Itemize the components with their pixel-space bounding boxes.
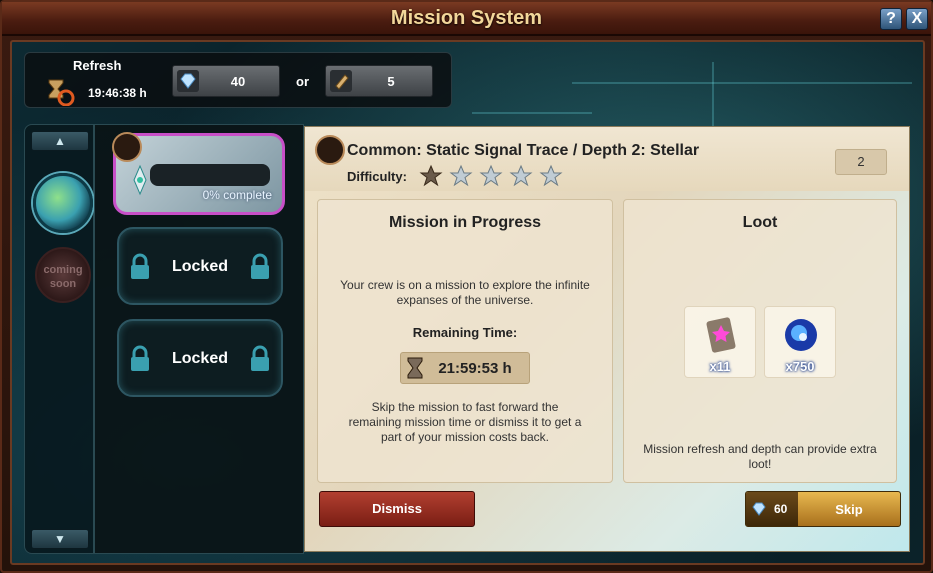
or-label: or	[296, 74, 309, 89]
mission-progress-text: 0% complete	[202, 188, 272, 202]
star-empty-icon	[479, 164, 503, 187]
remaining-time-value: 21:59:53 h	[438, 360, 512, 377]
nebula-icon	[785, 319, 817, 351]
close-button[interactable]: X	[906, 8, 928, 30]
skip-cost: 60	[746, 492, 798, 526]
loot-note: Mission refresh and depth can provide ex…	[643, 442, 877, 471]
lock-icon	[251, 253, 269, 279]
mission-emblem-icon	[315, 135, 345, 165]
skip-cost-value: 60	[774, 502, 788, 516]
stellar-category-icon[interactable]	[33, 173, 93, 233]
mission-level-badge: 2	[835, 149, 887, 175]
refresh-hourglass-icon	[48, 79, 75, 106]
gems-cost-value: 40	[230, 74, 246, 89]
coming-soon-badge: coming soon	[35, 247, 91, 303]
star-empty-icon	[539, 164, 563, 187]
active-mission-slot[interactable]: 0% complete	[112, 132, 285, 215]
gem-icon	[752, 502, 766, 516]
gem-icon	[177, 70, 199, 92]
star-empty-icon	[509, 164, 533, 187]
remaining-time-label: Remaining Time:	[412, 325, 518, 340]
skip-description: Skip the mission to fast forward the rem…	[348, 400, 582, 444]
crew-description: Your crew is on a mission to explore the…	[340, 278, 590, 307]
mission-system-window: Mission System ? X Refresh 19:46:38 h 40…	[0, 0, 933, 573]
mission-progress-panel: Mission in Progress Your crew is on a mi…	[317, 199, 613, 483]
mission-slots-panel: 0% complete Locked Locked	[94, 124, 304, 554]
help-button[interactable]: ?	[880, 8, 902, 30]
refresh-bar: Refresh 19:46:38 h 40 or 5	[24, 52, 452, 108]
loot-item-1[interactable]: x11	[684, 306, 756, 378]
difficulty-label: Difficulty:	[347, 169, 407, 184]
scroll-icon	[330, 70, 352, 92]
refresh-gems-button[interactable]: 40	[172, 65, 280, 97]
loot-panel: Loot x11 x750 Mission refresh and depth …	[623, 199, 897, 483]
star-card-icon	[706, 317, 736, 353]
skip-label: Skip	[835, 502, 863, 517]
star-empty-icon	[449, 164, 473, 187]
locked-slot-2[interactable]: Locked	[117, 319, 283, 397]
scroll-down-button[interactable]: ▼	[31, 529, 89, 549]
refresh-label: Refresh	[73, 58, 122, 73]
loot-qty: x11	[709, 359, 731, 374]
progress-panel-title: Mission in Progress	[388, 214, 542, 231]
hourglass-icon	[407, 357, 423, 379]
category-panel: ▲ coming soon ▼	[24, 124, 94, 554]
scroll-up-button[interactable]: ▲	[31, 131, 89, 151]
mission-emblem-icon	[112, 132, 142, 162]
remaining-time-box: 21:59:53 h	[400, 352, 530, 384]
mission-header: Common: Static Signal Trace / Depth 2: S…	[305, 127, 909, 191]
title-bar: Mission System ? X	[2, 2, 931, 36]
refresh-timer: 19:46:38 h	[88, 86, 147, 100]
loot-title: Loot	[742, 214, 778, 231]
dismiss-button[interactable]: Dismiss	[319, 491, 475, 527]
loot-qty: x750	[785, 359, 815, 374]
loot-item-2[interactable]: x750	[764, 306, 836, 378]
skip-button[interactable]: 60 Skip	[745, 491, 901, 527]
window-title: Mission System	[390, 7, 543, 29]
mission-title: Common: Static Signal Trace / Depth 2: S…	[347, 142, 700, 159]
lock-icon	[251, 345, 269, 371]
mission-detail-panel: Common: Static Signal Trace / Depth 2: S…	[304, 126, 910, 552]
scroll-cost-value: 5	[387, 74, 395, 89]
star-filled-icon	[419, 164, 443, 187]
mission-progress-bar	[150, 164, 270, 186]
refresh-scroll-button[interactable]: 5	[325, 65, 433, 97]
locked-slot-1[interactable]: Locked	[117, 227, 283, 305]
